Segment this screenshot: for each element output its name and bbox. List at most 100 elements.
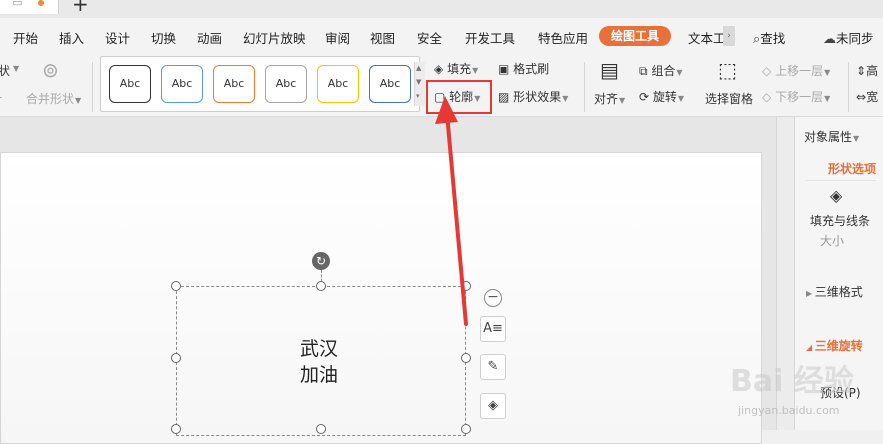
shape-style-gallery: Abc Abc Abc Abc Abc Abc xyxy=(100,56,420,112)
shape-partial-dropdown[interactable]: - xyxy=(0,90,2,104)
resize-handle-top[interactable] xyxy=(316,281,326,291)
search-label: 查找 xyxy=(760,31,786,46)
panel-title-label: 对象属性 xyxy=(804,130,853,144)
merge-shapes-button[interactable]: 合并形状▼ xyxy=(26,90,81,107)
slide-text-line-2[interactable]: 加油 xyxy=(300,360,338,387)
rotate-label: 旋转 xyxy=(652,90,677,104)
format-painter-label: 格式刷 xyxy=(513,62,550,76)
gallery-scroll-down-icon[interactable]: ▼ xyxy=(416,78,421,86)
tab-special-apps[interactable]: 特色应用 xyxy=(538,28,588,47)
tab-text-tools[interactable]: 文本工 xyxy=(688,28,726,47)
selection-pane-button[interactable]: 选择窗格 xyxy=(705,90,753,107)
resize-handle-bottom-left[interactable] xyxy=(171,424,181,434)
tab-shape-options[interactable]: 形状选项 xyxy=(828,160,876,177)
resize-handle-right[interactable] xyxy=(461,353,471,363)
sync-label: 未同步 xyxy=(836,31,874,46)
fill-button[interactable]: ◈ 填充▼ xyxy=(434,60,478,77)
resize-handle-bottom[interactable] xyxy=(316,424,326,434)
style-swatch-5[interactable]: Abc xyxy=(317,65,359,103)
style-swatch-4[interactable]: Abc xyxy=(265,65,307,103)
merge-shapes-label: 合并形状 xyxy=(26,92,75,106)
annotation-arrow xyxy=(435,96,468,326)
three-d-rotation-section[interactable]: ◢ 三维旋转 xyxy=(806,337,863,354)
merge-shapes-icon: ⊚ xyxy=(42,58,59,82)
three-d-format-label: 三维格式 xyxy=(814,285,863,299)
fill-and-line-icon: ◈ xyxy=(830,186,843,205)
style-swatch-2[interactable]: Abc xyxy=(161,65,203,103)
style-swatch-6[interactable]: Abc xyxy=(369,65,411,103)
new-tab-plus-icon[interactable]: + xyxy=(72,0,89,14)
fill-and-line-tab[interactable]: 填充与线条 xyxy=(810,212,870,229)
chevron-down-icon: ▼ xyxy=(472,66,479,75)
chevron-down-icon: ◢ xyxy=(806,343,815,352)
tab-slideshow[interactable]: 幻灯片放映 xyxy=(243,28,306,47)
format-painter-button[interactable]: ▣ 格式刷 xyxy=(498,60,549,77)
panel-title[interactable]: 对象属性▼ xyxy=(804,128,859,145)
rotate-handle-icon[interactable]: ↻ xyxy=(312,252,330,270)
panel-tab-divider xyxy=(806,180,876,181)
send-backward-label: 下移一层 xyxy=(775,90,824,104)
bring-forward-label: 上移一层 xyxy=(775,64,824,78)
slide-text-line-1[interactable]: 武汉 xyxy=(300,334,338,361)
bring-forward-button[interactable]: ◇ 上移一层▼ xyxy=(762,62,830,79)
ribbon-divider xyxy=(584,62,585,112)
watermark-logo: Bai 经验 xyxy=(730,364,854,399)
gallery-scroll-up-icon[interactable]: ▲ xyxy=(416,64,421,72)
tab-design[interactable]: 设计 xyxy=(105,28,130,47)
ribbon-divider xyxy=(848,62,849,112)
height-field[interactable]: ⇕高 xyxy=(856,62,878,79)
width-icon: ⇔ xyxy=(856,90,867,104)
send-backward-button[interactable]: ◇ 下移一层▼ xyxy=(762,88,830,105)
height-label: 高 xyxy=(866,64,879,78)
tab-drawing-tools[interactable]: 绘图工具 xyxy=(599,26,671,46)
tab-insert[interactable]: 插入 xyxy=(59,28,84,47)
three-d-format-section[interactable]: ▶ 三维格式 xyxy=(806,283,863,300)
search-button[interactable]: ⌕查找 xyxy=(753,28,785,47)
tab-overflow-arrow-icon[interactable]: › xyxy=(723,26,735,46)
three-d-rotation-label: 三维旋转 xyxy=(814,339,863,353)
shape-partial-label[interactable]: 状 xyxy=(0,62,10,79)
rotate-icon: ⟳ xyxy=(639,90,650,104)
resize-handle-left[interactable] xyxy=(171,353,181,363)
align-label: 对齐 xyxy=(594,92,619,106)
tab-home[interactable]: 开始 xyxy=(13,28,38,47)
tab-developer[interactable]: 开发工具 xyxy=(465,28,515,47)
collapse-toolbar-icon[interactable]: − xyxy=(484,289,502,307)
fill-tool-icon[interactable]: ◈ xyxy=(480,393,506,419)
paint-bucket-icon: ◈ xyxy=(434,62,444,76)
group-button[interactable]: ⧉ 组合▼ xyxy=(639,62,683,79)
format-painter-icon: ▣ xyxy=(498,62,510,76)
resize-handle-bottom-right[interactable] xyxy=(461,424,471,434)
ribbon-divider xyxy=(92,62,93,112)
style-swatch-1[interactable]: Abc xyxy=(109,65,151,103)
style-swatch-3[interactable]: Abc xyxy=(213,65,255,103)
shape-effects-label: 形状效果 xyxy=(513,90,562,104)
tab-security[interactable]: 安全 xyxy=(417,28,442,47)
bring-forward-icon: ◇ xyxy=(762,64,772,78)
shape-effects-icon: ▨ xyxy=(498,90,510,104)
chevron-down-icon: ▼ xyxy=(75,96,82,105)
sync-status-button[interactable]: ☁未同步 xyxy=(823,28,874,47)
resize-handle-top-left[interactable] xyxy=(171,281,181,291)
chevron-right-icon: ▶ xyxy=(806,289,815,298)
document-tab[interactable] xyxy=(0,0,59,14)
chevron-down-icon: ▼ xyxy=(853,134,860,143)
rotate-button[interactable]: ⟳ 旋转▼ xyxy=(639,88,684,105)
fill-label: 填充 xyxy=(447,62,472,76)
shape-effects-button[interactable]: ▨ 形状效果▼ xyxy=(498,88,568,105)
width-label: 宽 xyxy=(866,90,879,104)
tab-view[interactable]: 视图 xyxy=(370,28,395,47)
tab-transitions[interactable]: 切换 xyxy=(151,28,176,47)
tab-review[interactable]: 审阅 xyxy=(325,28,350,47)
gallery-expand-icon[interactable]: ▾ xyxy=(416,92,420,100)
unsaved-dot-icon xyxy=(38,0,44,6)
text-format-tool-icon[interactable]: A≡ xyxy=(480,316,506,342)
pen-tool-icon[interactable]: ✎ xyxy=(480,354,506,380)
group-label: 组合 xyxy=(651,64,676,78)
width-field[interactable]: ⇔宽 xyxy=(856,88,878,105)
chevron-down-icon: ▼ xyxy=(824,68,831,77)
align-button[interactable]: 对齐▼ xyxy=(594,90,625,107)
size-section-partial[interactable]: 大小 xyxy=(820,232,844,249)
tab-animations[interactable]: 动画 xyxy=(197,28,222,47)
group-icon: ⧉ xyxy=(639,64,648,78)
